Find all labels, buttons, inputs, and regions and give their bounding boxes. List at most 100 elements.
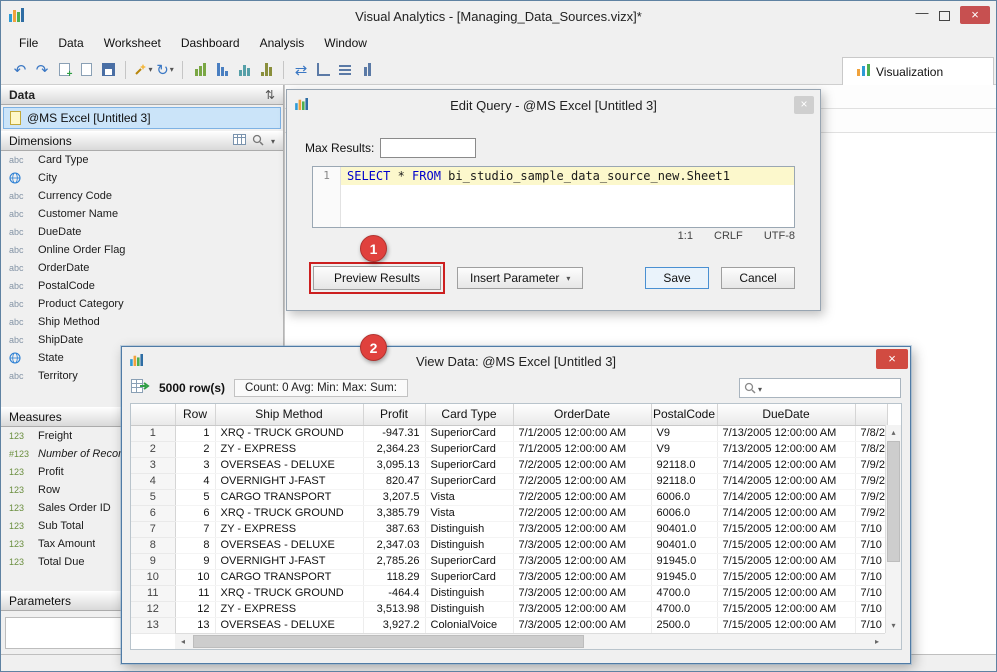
chart-type-4-button[interactable] [255,59,277,81]
search-input[interactable] [739,378,901,398]
dimension-item[interactable]: abcDueDate [1,223,283,241]
scroll-left-arrow[interactable]: ◂ [175,634,191,649]
vertical-scrollbar[interactable]: ▴ ▾ [885,425,901,633]
dimension-item[interactable]: abcShip Method [1,313,283,331]
chart-type-3-button[interactable] [233,59,255,81]
bar-chart-icon [261,63,272,76]
format-icon [339,65,351,75]
dimension-item[interactable]: City [1,169,283,187]
field-label: Number of Recor [38,448,122,460]
save-button-toolbar[interactable] [97,59,119,81]
horizontal-scrollbar[interactable]: ◂ ▸ [175,633,885,649]
table-row[interactable]: 1010CARGO TRANSPORT118.29SuperiorCard7/3… [131,569,887,585]
row-index: 11 [131,585,175,601]
menu-analysis[interactable]: Analysis [250,33,315,53]
auto-chart-button[interactable]: ▾ [132,59,154,81]
dimension-item[interactable]: abcCard Type [1,151,283,169]
app-titlebar[interactable]: Visual Analytics - [Managing_Data_Source… [1,1,996,31]
insert-parameter-button[interactable]: Insert Parameter ▾ [457,267,583,289]
refresh-button[interactable]: ↻▾ [154,59,176,81]
cell: OVERSEAS - DELUXE [215,457,363,473]
bar-chart-icon [217,63,228,76]
preview-results-button[interactable]: Preview Results [313,266,441,290]
menu-window[interactable]: Window [314,33,377,53]
menu-worksheet[interactable]: Worksheet [94,33,171,53]
row-count-label[interactable]: 5000 row(s) [159,381,225,395]
dimension-item[interactable]: abcCurrency Code [1,187,283,205]
dropdown-arrow-icon[interactable]: ▾ [271,137,275,146]
menu-data[interactable]: Data [48,33,93,53]
sql-editor[interactable]: 1 SELECT * FROM bi_studio_sample_data_so… [312,166,795,228]
dimension-item[interactable]: abcCustomer Name [1,205,283,223]
table-row[interactable]: 11XRQ - TRUCK GROUND-947.31SuperiorCard7… [131,425,887,441]
tab-visualization[interactable]: Visualization [842,57,994,85]
scroll-down-arrow[interactable]: ▾ [886,618,901,633]
dimension-item[interactable]: abcPostalCode [1,277,283,295]
table-row[interactable]: 44OVERNIGHT J-FAST820.47SuperiorCard7/2/… [131,473,887,489]
column-header[interactable] [855,404,887,425]
cell: SuperiorCard [425,553,513,569]
table-row[interactable]: 1111XRQ - TRUCK GROUND-464.4Distinguish7… [131,585,887,601]
dimension-item[interactable]: abcProduct Category [1,295,283,313]
table-row[interactable]: 77ZY - EXPRESS387.63Distinguish7/3/2005 … [131,521,887,537]
horizontal-scroll-thumb[interactable] [193,635,584,648]
bar-chart-icon [195,63,206,76]
column-header[interactable]: Card Type [425,404,513,425]
view-data-close-button[interactable]: × [876,349,908,369]
table-row[interactable]: 88OVERSEAS - DELUXE2,347.03Distinguish7/… [131,537,887,553]
column-header[interactable]: OrderDate [513,404,651,425]
cell: ZY - EXPRESS [215,521,363,537]
format-button[interactable] [334,59,356,81]
swap-axes-button[interactable]: ⇄ [290,59,312,81]
edit-query-titlebar[interactable]: Edit Query - @MS Excel [Untitled 3] × [287,90,820,120]
table-row[interactable]: 22ZY - EXPRESS2,364.23SuperiorCard7/1/20… [131,441,887,457]
minimize-button[interactable]: — [915,8,929,22]
chart-type-1-button[interactable] [189,59,211,81]
max-results-input[interactable] [380,138,476,158]
scroll-up-arrow[interactable]: ▴ [886,425,901,440]
save-query-button[interactable]: Save [645,267,709,289]
highlight-button[interactable] [356,59,378,81]
view-data-titlebar[interactable]: View Data: @MS Excel [Untitled 3] × [122,347,910,375]
table-row[interactable]: 33OVERSEAS - DELUXE3,095.13SuperiorCard7… [131,457,887,473]
column-header[interactable]: DueDate [717,404,855,425]
edit-query-close-button[interactable]: × [794,96,814,114]
cancel-button[interactable]: Cancel [721,267,795,289]
scroll-right-arrow[interactable]: ▸ [869,634,885,649]
data-source-item[interactable]: @MS Excel [Untitled 3] [3,107,281,129]
field-type-icon: abc [9,227,33,237]
maximize-button[interactable] [939,11,950,21]
new-worksheet-button[interactable] [53,59,75,81]
vertical-scroll-thumb[interactable] [887,441,900,562]
table-row[interactable]: 55CARGO TRANSPORT3,207.5Vista7/2/2005 12… [131,489,887,505]
field-type-icon: abc [9,371,33,381]
undo-button[interactable]: ↶ [9,59,31,81]
search-fields-icon[interactable] [252,134,264,149]
table-row[interactable]: 66XRQ - TRUCK GROUND3,385.79Vista7/2/200… [131,505,887,521]
close-button[interactable]: × [960,6,990,24]
column-header[interactable]: Profit [363,404,425,425]
cell: 90401.0 [651,521,717,537]
search-dropdown-icon[interactable]: ▾ [758,385,762,394]
table-row[interactable]: 1313OVERSEAS - DELUXE3,927.2ColonialVoic… [131,617,887,633]
column-header[interactable]: Row [175,404,215,425]
export-data-button[interactable] [131,379,150,396]
redo-button[interactable]: ↷ [31,59,53,81]
menu-dashboard[interactable]: Dashboard [171,33,250,53]
open-worksheet-button[interactable] [75,59,97,81]
menu-file[interactable]: File [9,33,48,53]
menu-bar: File Data Worksheet Dashboard Analysis W… [1,31,996,55]
chart-type-2-button[interactable] [211,59,233,81]
hierarchy-button[interactable] [312,59,334,81]
dimension-item[interactable]: abcOnline Order Flag [1,241,283,259]
table-row[interactable]: 99OVERNIGHT J-FAST2,785.26SuperiorCard7/… [131,553,887,569]
field-type-icon: 123 [9,503,33,513]
column-header[interactable]: PostalCode [651,404,717,425]
panel-collapse-icon[interactable]: ⇅ [265,88,275,102]
dimension-item[interactable]: abcOrderDate [1,259,283,277]
table-row[interactable]: 1212ZY - EXPRESS3,513.98Distinguish7/3/2… [131,601,887,617]
sql-code-area[interactable]: SELECT * FROM bi_studio_sample_data_sour… [341,167,794,227]
view-as-table-icon[interactable] [233,134,246,148]
column-header[interactable]: Ship Method [215,404,363,425]
cell: 118.29 [363,569,425,585]
